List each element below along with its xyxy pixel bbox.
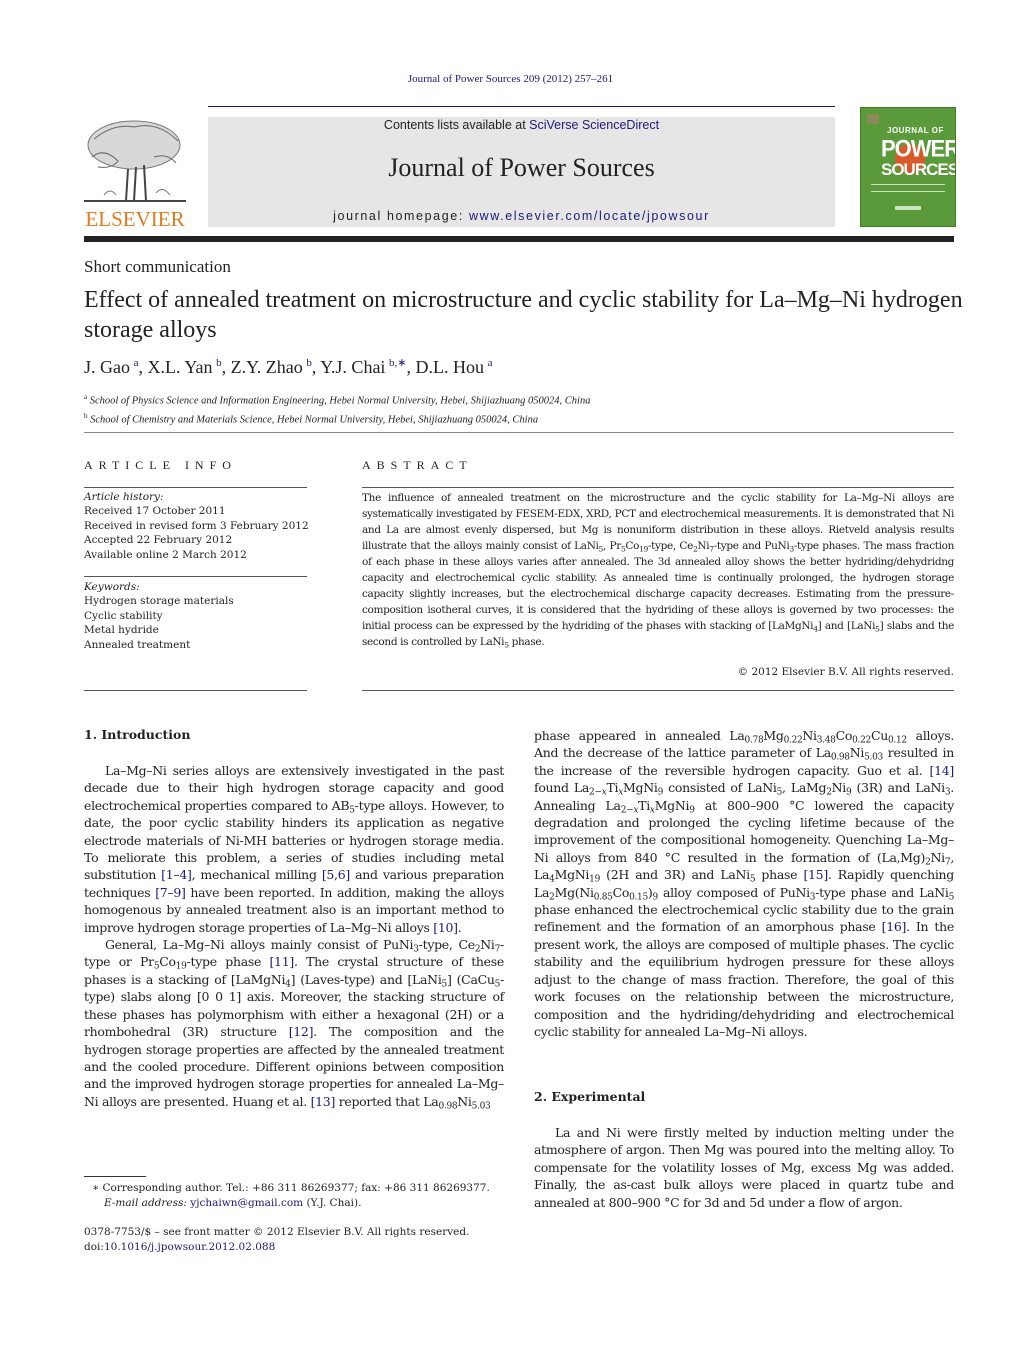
affiliation-label: b bbox=[84, 411, 88, 420]
author-affiliation-ref[interactable]: a bbox=[134, 357, 139, 369]
copyright-notice: © 2012 Elsevier B.V. All rights reserved… bbox=[737, 666, 954, 678]
body-column-right: phase appeared in annealed La0.78Mg0.22N… bbox=[534, 727, 954, 1040]
homepage-prefix: journal homepage: bbox=[333, 209, 469, 223]
affiliation-text: School of Chemistry and Materials Scienc… bbox=[90, 414, 539, 425]
affiliation-a: a School of Physics Science and Informat… bbox=[84, 390, 590, 409]
affiliations: a School of Physics Science and Informat… bbox=[84, 390, 590, 427]
sciencedirect-link[interactable]: SciVerse ScienceDirect bbox=[529, 118, 659, 132]
paragraph: La and Ni were firstly melted by inducti… bbox=[534, 1125, 954, 1210]
homepage-link[interactable]: www.elsevier.com/locate/jpowsour bbox=[469, 209, 710, 223]
divider bbox=[84, 487, 307, 488]
doi-prefix: doi: bbox=[84, 1241, 104, 1253]
author-affiliation-ref[interactable]: b bbox=[306, 357, 312, 369]
abstract-text: The influence of annealed treatment on t… bbox=[362, 492, 955, 650]
citation-link[interactable]: [1–4] bbox=[161, 867, 192, 882]
citation-link[interactable]: [14] bbox=[930, 763, 955, 778]
article-title: Effect of annealed treatment on microstr… bbox=[84, 287, 963, 343]
contents-prefix: Contents lists available at bbox=[383, 118, 530, 132]
front-matter: 0378-7753/$ – see front matter © 2012 El… bbox=[84, 1225, 469, 1255]
article-type: Short communication bbox=[84, 257, 231, 276]
keywords: Keywords: Hydrogen storage materials Cyc… bbox=[84, 580, 234, 652]
keyword: Hydrogen storage materials bbox=[84, 595, 234, 608]
cover-top-text: JOURNAL OF bbox=[887, 126, 944, 135]
email-suffix: (Y.J. Chai). bbox=[303, 1197, 362, 1209]
keywords-label: Keywords: bbox=[84, 581, 140, 593]
keyword: Annealed treatment bbox=[84, 638, 191, 651]
corresponding-author-footnote: ∗ Corresponding author. Tel.: +86 311 86… bbox=[84, 1181, 490, 1211]
affiliation-label: a bbox=[84, 393, 88, 401]
running-head[interactable]: Journal of Power Sources 209 (2012) 257–… bbox=[0, 73, 1021, 85]
running-head-link[interactable]: Journal of Power Sources 209 (2012) 257–… bbox=[408, 73, 613, 85]
abstract-heading: ABSTRACT bbox=[362, 458, 473, 472]
cover-subtitle-lines bbox=[871, 184, 945, 192]
footnote-contact: ∗ Corresponding author. Tel.: +86 311 86… bbox=[92, 1182, 490, 1194]
header-divider bbox=[208, 106, 835, 107]
author-name[interactable]: Z.Y. Zhao bbox=[231, 357, 303, 377]
author-name[interactable]: Y.J. Chai bbox=[320, 357, 385, 377]
citation-link[interactable]: [10] bbox=[433, 920, 458, 935]
footnote-rule bbox=[84, 1176, 146, 1177]
author-name[interactable]: D.L. Hou bbox=[416, 357, 485, 377]
divider bbox=[362, 690, 954, 691]
cover-power-text: POWER bbox=[881, 134, 956, 163]
citation-link[interactable]: [7–9] bbox=[155, 885, 186, 900]
paragraph: General, La–Mg–Ni alloys mainly consist … bbox=[84, 937, 505, 1112]
paragraph: phase appeared in annealed La0.78Mg0.22N… bbox=[534, 728, 955, 1039]
email-link[interactable]: yjchaiwn@gmail.com bbox=[190, 1197, 303, 1209]
homepage-line: journal homepage: www.elsevier.com/locat… bbox=[208, 209, 835, 223]
history-item: Received 17 October 2011 bbox=[84, 505, 226, 518]
citation-link[interactable]: [15] bbox=[803, 867, 828, 882]
affiliation-divider bbox=[84, 432, 954, 433]
section-heading-introduction: 1. Introduction bbox=[84, 727, 191, 742]
doi-line: doi:10.1016/j.jpowsour.2012.02.088 bbox=[84, 1240, 469, 1255]
article-info-heading: ARTICLE INFO bbox=[84, 458, 237, 472]
history-item: Received in revised form 3 February 2012 bbox=[84, 519, 309, 532]
body-column-left: La–Mg–Ni series alloys are extensively i… bbox=[84, 762, 505, 1112]
citation-link[interactable]: [11] bbox=[269, 954, 294, 969]
divider bbox=[84, 576, 307, 577]
author-affiliation-ref[interactable]: b bbox=[216, 357, 222, 369]
affiliation-b: b School of Chemistry and Materials Scie… bbox=[84, 409, 590, 428]
footnote-email-line: E-mail address: yjchaiwn@gmail.com (Y.J.… bbox=[84, 1196, 490, 1211]
issn-line: 0378-7753/$ – see front matter © 2012 El… bbox=[84, 1226, 470, 1238]
author-name[interactable]: X.L. Yan bbox=[148, 357, 213, 377]
keyword: Metal hydride bbox=[84, 624, 159, 637]
cover-badge bbox=[867, 114, 879, 124]
history-label: Article history: bbox=[84, 491, 164, 503]
author-name[interactable]: J. Gao bbox=[84, 357, 130, 377]
author-affiliation-ref[interactable]: a bbox=[488, 357, 493, 369]
author-affiliation-ref[interactable]: b,∗ bbox=[389, 357, 406, 369]
keyword: Cyclic stability bbox=[84, 609, 163, 622]
divider bbox=[84, 690, 307, 691]
author-list: J. Gao a, X.L. Yan b, Z.Y. Zhao b, Y.J. … bbox=[84, 357, 493, 377]
email-label: E-mail address: bbox=[104, 1197, 191, 1209]
journal-cover-thumbnail[interactable]: JOURNAL OF POWER SOURCES bbox=[860, 107, 956, 227]
citation-link[interactable]: [5,6] bbox=[322, 867, 350, 882]
journal-title: Journal of Power Sources bbox=[388, 153, 655, 182]
paragraph: La–Mg–Ni series alloys are extensively i… bbox=[84, 763, 504, 935]
divider bbox=[362, 487, 954, 488]
elsevier-wordmark: ELSEVIER bbox=[85, 207, 185, 231]
cover-sources-text: SOURCES bbox=[881, 160, 956, 179]
history-item: Available online 2 March 2012 bbox=[84, 548, 247, 561]
citation-link[interactable]: [12] bbox=[289, 1024, 314, 1039]
body-column-right-experimental: La and Ni were firstly melted by inducti… bbox=[534, 1124, 954, 1211]
history-item: Accepted 22 February 2012 bbox=[84, 534, 233, 547]
doi-link[interactable]: 10.1016/j.jpowsour.2012.02.088 bbox=[104, 1241, 275, 1253]
contents-line: Contents lists available at SciVerse Sci… bbox=[208, 118, 835, 132]
section-heading-experimental: 2. Experimental bbox=[534, 1089, 646, 1104]
citation-link[interactable]: [16] bbox=[882, 919, 907, 934]
tree-icon bbox=[84, 120, 186, 202]
article-history: Article history: Received 17 October 201… bbox=[84, 490, 309, 562]
cover-publisher-mark bbox=[895, 206, 921, 210]
citation-link[interactable]: [13] bbox=[311, 1094, 336, 1109]
affiliation-text: School of Physics Science and Informatio… bbox=[89, 395, 591, 407]
header-thick-rule bbox=[84, 236, 954, 242]
